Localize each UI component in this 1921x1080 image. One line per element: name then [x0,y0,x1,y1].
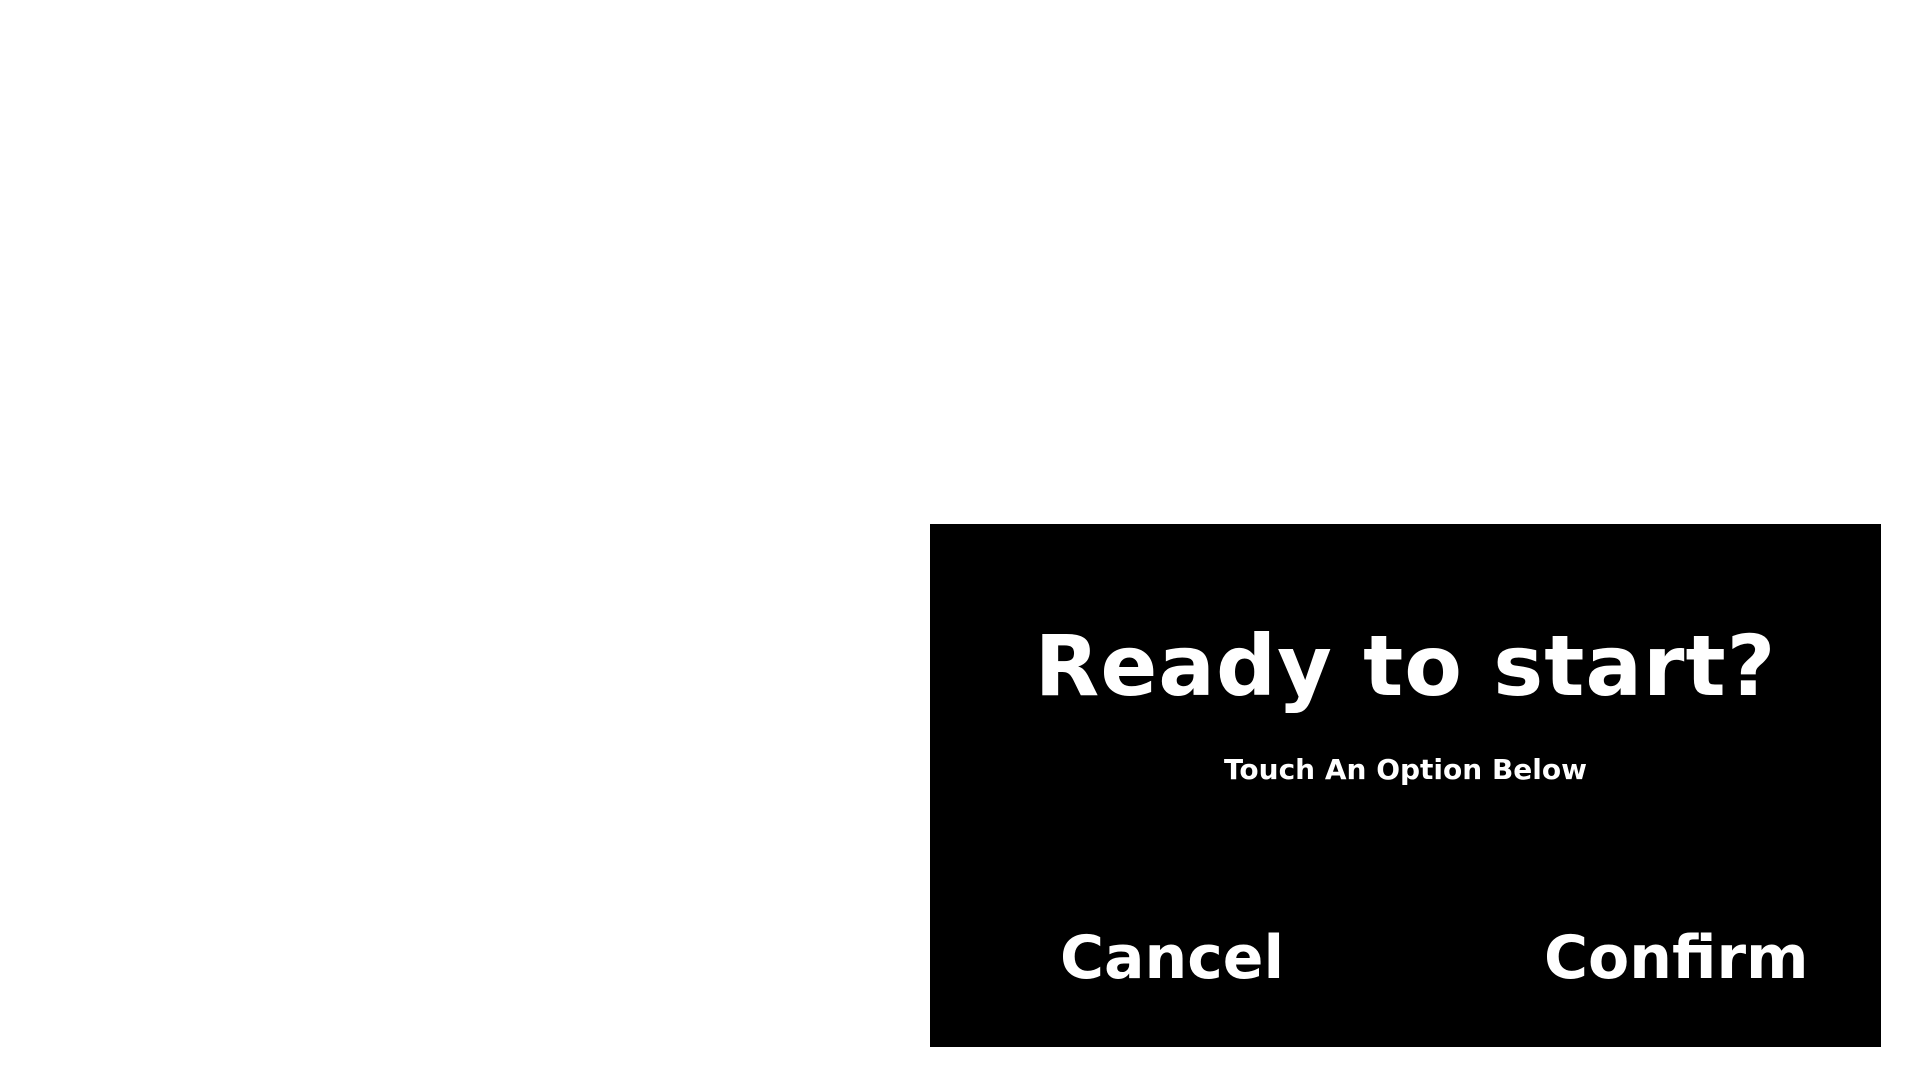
dialog-instruction: Touch An Option Below [1224,753,1587,786]
cancel-button[interactable]: Cancel [1060,918,1290,998]
dialog-title: Ready to start? [1034,617,1777,715]
confirm-button[interactable]: Confirm [1544,918,1844,998]
screen: Ready to start? Touch An Option Below Ca… [0,0,1921,1080]
start-confirmation-dialog: Ready to start? Touch An Option Below Ca… [930,524,1881,1047]
